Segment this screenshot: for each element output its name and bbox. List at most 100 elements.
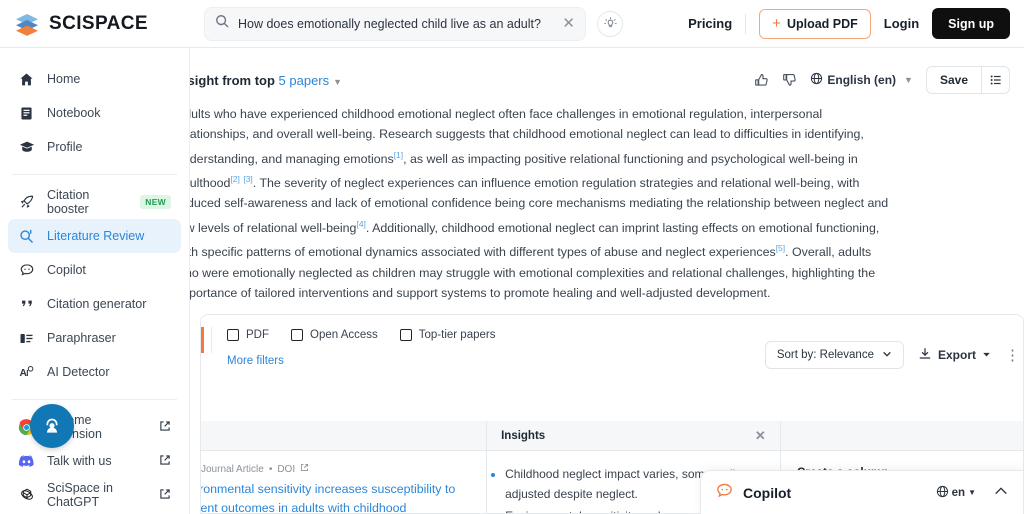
checkbox-icon[interactable]	[399, 329, 412, 341]
filter-top-tier-papers[interactable]: Top-tier papers	[399, 329, 496, 341]
copilot-expand-icon[interactable]	[993, 483, 1009, 502]
insight-papers-count[interactable]: 5 papers	[279, 73, 330, 88]
accent-bar	[201, 327, 204, 353]
chevron-down-icon: ▼	[968, 488, 976, 497]
sidebar-item-label: Paraphraser	[47, 331, 116, 345]
copilot-label: Copilot	[743, 484, 792, 501]
brand-name: SCISPACE	[49, 12, 148, 34]
sidebar-item-label: Home	[47, 72, 81, 86]
sidebar-item-paraphraser[interactable]: Paraphraser	[8, 321, 181, 355]
column-header-insights: Insights ✕	[487, 421, 780, 451]
citation-ref-3[interactable]: [3]	[243, 174, 252, 184]
copilot-icon	[715, 481, 734, 505]
sidebar-item-label: Copilot	[47, 263, 86, 277]
filter-divider	[211, 327, 212, 353]
thumbs-down-icon[interactable]	[782, 73, 797, 88]
sidebar-item-ai-detector[interactable]: AI AI Detector	[8, 355, 181, 389]
external-link-icon	[159, 488, 171, 503]
sidebar-item-profile[interactable]: Profile	[8, 130, 181, 164]
sidebar-item-label: Notebook	[47, 106, 101, 120]
filter-label: PDF	[246, 329, 269, 341]
citation-ref-5[interactable]: [5]	[776, 243, 785, 253]
sidebar-item-talk-with-us[interactable]: Talk with us	[8, 444, 181, 478]
save-group: Save	[925, 66, 1010, 94]
search-input[interactable]	[238, 16, 554, 31]
column-header-paper	[201, 421, 487, 451]
thumbs-up-icon[interactable]	[754, 73, 769, 88]
citation-ref-4[interactable]: [4]	[356, 219, 365, 229]
language-selector[interactable]: English (en) ▼	[810, 72, 913, 88]
openai-icon	[18, 487, 35, 504]
citation-ref-1[interactable]: [1]	[394, 150, 403, 160]
export-label: Export	[937, 348, 976, 362]
sidebar-item-literature-review[interactable]: Literature Review	[8, 219, 181, 253]
upload-pdf-button[interactable]: + Upload PDF	[759, 8, 871, 39]
globe-icon	[936, 485, 949, 501]
rocket-icon	[18, 194, 35, 211]
sidebar-item-label: Citation booster	[47, 188, 90, 216]
left-sidebar: Home Notebook Profile Citation booster N…	[0, 48, 190, 514]
chevron-down-icon[interactable]: ▼	[333, 77, 342, 87]
save-label: Save	[939, 73, 968, 87]
sidebar-item-citation-generator[interactable]: Citation generator	[8, 287, 181, 321]
header-divider	[745, 13, 747, 34]
filter-label: Top-tier papers	[418, 329, 496, 341]
home-icon	[18, 71, 35, 88]
support-chat-button[interactable]	[30, 404, 74, 448]
paper-title-link[interactable]: Environmental sensitivity increases susc…	[201, 480, 472, 513]
filter-checkboxes: PDF Open Access Top-tier papers More fil…	[227, 329, 495, 379]
paper-doi-link[interactable]: DOI	[277, 464, 295, 475]
pricing-link[interactable]: Pricing	[688, 16, 732, 31]
discord-icon	[18, 453, 35, 470]
paper-type: Journal Article	[201, 463, 264, 475]
quote-icon	[18, 296, 35, 313]
filter-pdf[interactable]: PDF	[227, 329, 269, 341]
sidebar-item-copilot[interactable]: Copilot	[8, 253, 181, 287]
paraphrase-icon	[18, 330, 35, 347]
copilot-dock[interactable]: Copilot en ▼	[700, 470, 1024, 514]
sidebar-divider-2	[12, 399, 177, 400]
sidebar-item-citation-booster[interactable]: Citation booster NEW	[8, 185, 181, 219]
sidebar-item-label: Citation generator	[47, 297, 147, 311]
close-column-icon[interactable]: ✕	[755, 428, 766, 444]
insight-title: Insight from top 5 papers▼	[190, 73, 342, 88]
sidebar-item-label: Literature Review	[47, 229, 145, 243]
search-box[interactable]: ✕	[204, 6, 586, 41]
language-label: English (en)	[827, 73, 897, 87]
sidebar-item-home[interactable]: Home	[8, 62, 181, 96]
checkbox-icon[interactable]	[291, 329, 303, 341]
login-link[interactable]: Login	[884, 16, 919, 31]
save-button[interactable]: Save	[927, 67, 981, 93]
more-options-icon[interactable]: ⋮	[1005, 348, 1020, 363]
insight-bulb-button[interactable]	[597, 10, 623, 37]
copilot-language-selector[interactable]: en ▼	[936, 485, 976, 501]
main-content: Insight from top 5 papers▼ English (en) …	[190, 48, 1024, 514]
list-view-button[interactable]	[981, 67, 1009, 93]
checkbox-icon[interactable]	[227, 329, 239, 341]
column-header-label: Insights	[501, 429, 546, 442]
plus-icon: +	[772, 15, 781, 32]
export-button[interactable]: Export	[918, 347, 991, 364]
meta-separator: •	[268, 463, 273, 475]
table-row: Journal Article • DOI Environmental sens…	[201, 451, 486, 514]
insight-title-prefix: Insight from top	[190, 72, 275, 88]
header-actions: Pricing + Upload PDF Login Sign up	[688, 8, 1010, 39]
sort-label: Sort by: Relevance	[776, 349, 874, 361]
citation-ref-2[interactable]: [2]	[230, 174, 239, 184]
column-header-create	[780, 421, 1023, 451]
clear-search-icon[interactable]: ✕	[562, 16, 575, 31]
external-link-icon[interactable]	[300, 463, 309, 475]
chevron-down-icon: ▼	[904, 75, 913, 85]
insight-paragraph: Adults who have experienced childhood em…	[190, 104, 896, 303]
sidebar-item-scispace-in-chatgpt[interactable]: SciSpace in ChatGPT	[8, 478, 181, 512]
sidebar-item-label: AI Detector	[47, 365, 110, 379]
more-filters-link[interactable]: More filters	[227, 355, 284, 367]
brand-logo-group[interactable]: SCISPACE	[14, 11, 190, 37]
filter-open-access[interactable]: Open Access	[291, 329, 378, 341]
sidebar-item-notebook[interactable]: Notebook	[8, 96, 181, 130]
sort-by-dropdown[interactable]: Sort by: Relevance	[764, 341, 904, 369]
scispace-logo-icon	[14, 11, 40, 37]
chevron-down-icon	[882, 349, 892, 362]
signup-label: Sign up	[948, 16, 994, 31]
signup-button[interactable]: Sign up	[932, 8, 1010, 39]
